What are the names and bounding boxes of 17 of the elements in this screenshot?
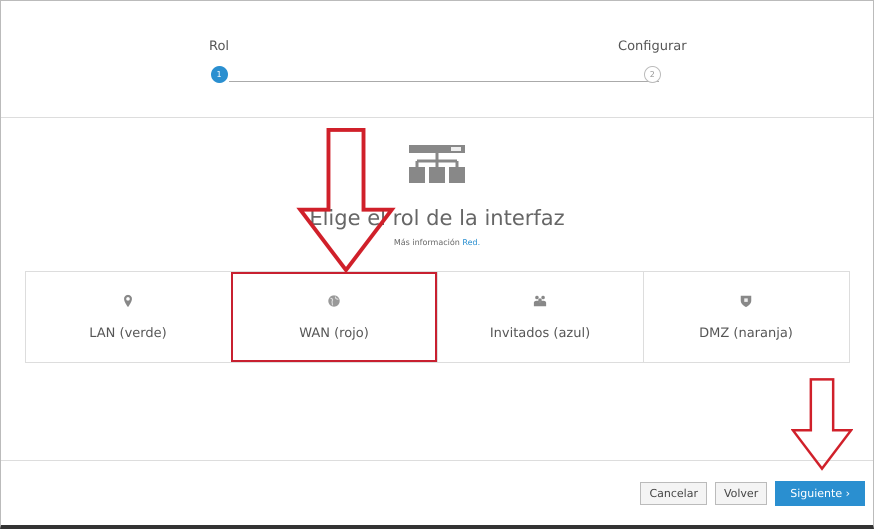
step-label: Rol (209, 39, 230, 54)
people-icon (533, 294, 547, 308)
more-info-text: Más información Red. (394, 238, 480, 247)
role-option[interactable]: LAN (verde) (26, 272, 230, 362)
step-label: Configurar (618, 39, 687, 54)
cancel-button[interactable]: Cancelar (640, 482, 707, 504)
shield-icon (739, 294, 753, 308)
pin-icon (121, 294, 135, 308)
role-option[interactable]: WAN (rojo) (230, 272, 436, 362)
role-option[interactable]: Invitados (azul) (436, 272, 642, 362)
info-link[interactable]: Red. (462, 238, 480, 247)
network-icon (407, 144, 467, 184)
back-button[interactable]: Volver (714, 482, 768, 504)
globe-icon (327, 294, 341, 308)
step-indicator[interactable]: 1 (210, 66, 228, 83)
next-button[interactable]: Siguiente › (775, 480, 865, 506)
role-option[interactable]: DMZ (naranja) (642, 272, 848, 362)
